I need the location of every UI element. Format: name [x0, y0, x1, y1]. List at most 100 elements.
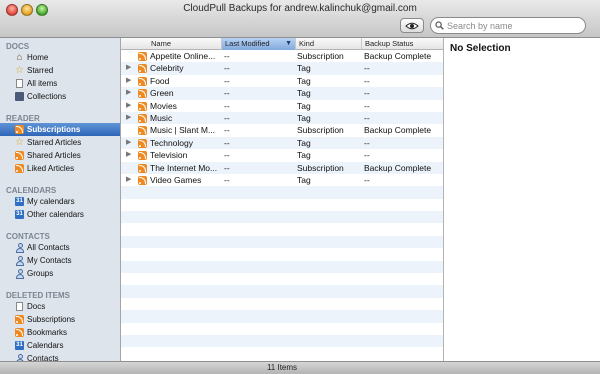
disclosure-triangle-icon[interactable]: ▶ [126, 100, 131, 112]
cell-modified: -- [224, 100, 230, 111]
rss-icon [138, 175, 147, 185]
table-header: Name Last Modified ▼ Kind Backup Status [121, 38, 443, 50]
sidebar-section-header: CONTACTS [6, 232, 50, 241]
empty-table-row [121, 248, 443, 261]
table-row[interactable]: ▶ Celebrity -- Tag -- [121, 62, 443, 75]
sidebar-item-label: All Contacts [27, 243, 70, 252]
eye-icon [405, 22, 419, 29]
rss-icon [138, 163, 147, 173]
sidebar-item-label: My calendars [27, 197, 75, 206]
cell-kind: Tag [297, 88, 311, 99]
search-input[interactable] [447, 20, 577, 31]
cell-status: Backup Complete [364, 51, 432, 61]
sidebar-item-collections[interactable]: Collections [0, 90, 120, 103]
sidebar-item-shared-articles[interactable]: Shared Articles [0, 149, 120, 162]
cell-name: The Internet Mo... [150, 162, 218, 173]
rss-icon [138, 126, 147, 136]
sidebar-item-docs[interactable]: Docs [0, 300, 120, 313]
sidebar-item-label: All items [27, 79, 58, 88]
cell-name: Music | Slant M... [150, 125, 216, 136]
column-header-kind[interactable]: Kind [295, 38, 361, 50]
cell-kind: Tag [297, 137, 311, 148]
sidebar-item-my-calendars[interactable]: 31 My calendars [0, 195, 120, 208]
cell-name: Celebrity [150, 63, 184, 74]
sidebar-item-label: Collections [27, 92, 67, 101]
person-icon [15, 269, 24, 279]
sidebar-item-liked-articles[interactable]: Liked Articles [0, 162, 120, 175]
column-header-backup-status[interactable]: Backup Status [361, 38, 443, 50]
disclosure-triangle-icon[interactable]: ▶ [126, 137, 131, 149]
empty-table-row [121, 235, 443, 249]
detail-panel: No Selection [443, 38, 600, 361]
cell-kind: Tag [297, 150, 311, 161]
table-body: Appetite Online... -- Subscription Backup C… [121, 50, 443, 360]
table-row[interactable]: ▶ Music -- Tag -- [121, 111, 443, 125]
column-header-name[interactable]: Name [121, 38, 221, 50]
table-row[interactable]: The Internet Mo... -- Subscription Backup C… [121, 161, 443, 174]
rss-icon [138, 138, 147, 148]
cell-status: -- [364, 88, 370, 99]
rss-icon [15, 164, 24, 173]
table-row[interactable]: ▶ Green -- Tag -- [121, 87, 443, 100]
sidebar-item-calendars[interactable]: 31 Calendars [0, 339, 120, 352]
sidebar-item-all-contacts[interactable]: All Contacts [0, 241, 120, 254]
disclosure-triangle-icon[interactable]: ▶ [126, 62, 131, 74]
sidebar: DOCS ⌂ Home ☆ Starred All items Collections REA… [0, 38, 121, 361]
rss-icon [15, 315, 24, 324]
sidebar-item-subscriptions[interactable]: Subscriptions [0, 313, 120, 326]
sidebar-item-other-calendars[interactable]: 31 Other calendars [0, 208, 120, 221]
cell-status: Backup Complete [364, 125, 432, 136]
sidebar-item-bookmarks[interactable]: Bookmarks [0, 326, 120, 339]
disclosure-triangle-icon[interactable]: ▶ [126, 112, 131, 124]
sidebar-item-starred[interactable]: ☆ Starred [0, 64, 120, 77]
cell-name: Appetite Online... [150, 51, 216, 61]
table-row[interactable]: ▶ Video Games -- Tag -- [121, 173, 443, 187]
cell-status: -- [364, 150, 370, 161]
sidebar-item-label: Shared Articles [27, 151, 81, 160]
table-row[interactable]: ▶ Food -- Tag -- [121, 74, 443, 88]
sort-descending-icon: ▼ [285, 40, 292, 47]
search-field[interactable] [430, 17, 586, 34]
table-row[interactable]: ▶ Technology -- Tag -- [121, 136, 443, 150]
sidebar-item-all-items[interactable]: All items [0, 77, 120, 90]
cell-modified: -- [224, 88, 230, 99]
disclosure-triangle-icon[interactable]: ▶ [126, 149, 131, 161]
cell-name: Video Games [150, 174, 202, 185]
sidebar-item-label: Other calendars [27, 210, 84, 219]
sidebar-item-label: Subscriptions [27, 125, 81, 134]
cell-kind: Subscription [297, 162, 344, 173]
sidebar-item-home[interactable]: ⌂ Home [0, 51, 120, 64]
sidebar-section-header: READER [6, 114, 40, 123]
rss-icon [138, 64, 147, 74]
rss-icon [138, 52, 147, 61]
rss-icon [15, 328, 24, 337]
sidebar-item-groups[interactable]: Groups [0, 267, 120, 280]
cell-name: Music [150, 112, 173, 123]
disclosure-triangle-icon[interactable]: ▶ [126, 75, 131, 87]
star-icon: ☆ [15, 137, 24, 148]
quick-look-button[interactable] [400, 18, 424, 33]
table-row[interactable]: Appetite Online... -- Subscription Backup C… [121, 50, 443, 63]
cell-status: -- [364, 174, 370, 185]
sidebar-item-my-contacts[interactable]: My Contacts [0, 254, 120, 267]
title-bar: CloudPull Backups for andrew.kalinchuk@g… [0, 0, 600, 38]
cell-name: Television [150, 150, 188, 161]
sidebar-item-starred-articles[interactable]: ☆ Starred Articles [0, 136, 120, 149]
table-row[interactable]: Music | Slant M... -- Subscription Backup C… [121, 124, 443, 137]
empty-table-row [121, 310, 443, 323]
empty-table-row [121, 334, 443, 348]
sidebar-item-subscriptions[interactable]: Subscriptions [0, 123, 120, 136]
app-window: CloudPull Backups for andrew.kalinchuk@g… [0, 0, 600, 374]
disclosure-triangle-icon[interactable]: ▶ [126, 174, 131, 186]
disclosure-triangle-icon[interactable]: ▶ [126, 87, 131, 99]
star-icon: ☆ [15, 65, 24, 76]
table-row[interactable]: ▶ Movies -- Tag -- [121, 99, 443, 112]
calendar-icon: 31 [15, 341, 24, 350]
sidebar-item-label: My Contacts [27, 256, 72, 265]
column-header-last-modified[interactable]: Last Modified ▼ [221, 38, 295, 50]
sidebar-item-label: Starred Articles [27, 138, 82, 147]
collection-icon [15, 92, 24, 101]
sidebar-item-contacts[interactable]: Contacts [0, 352, 120, 361]
table-row[interactable]: ▶ Television -- Tag -- [121, 149, 443, 162]
